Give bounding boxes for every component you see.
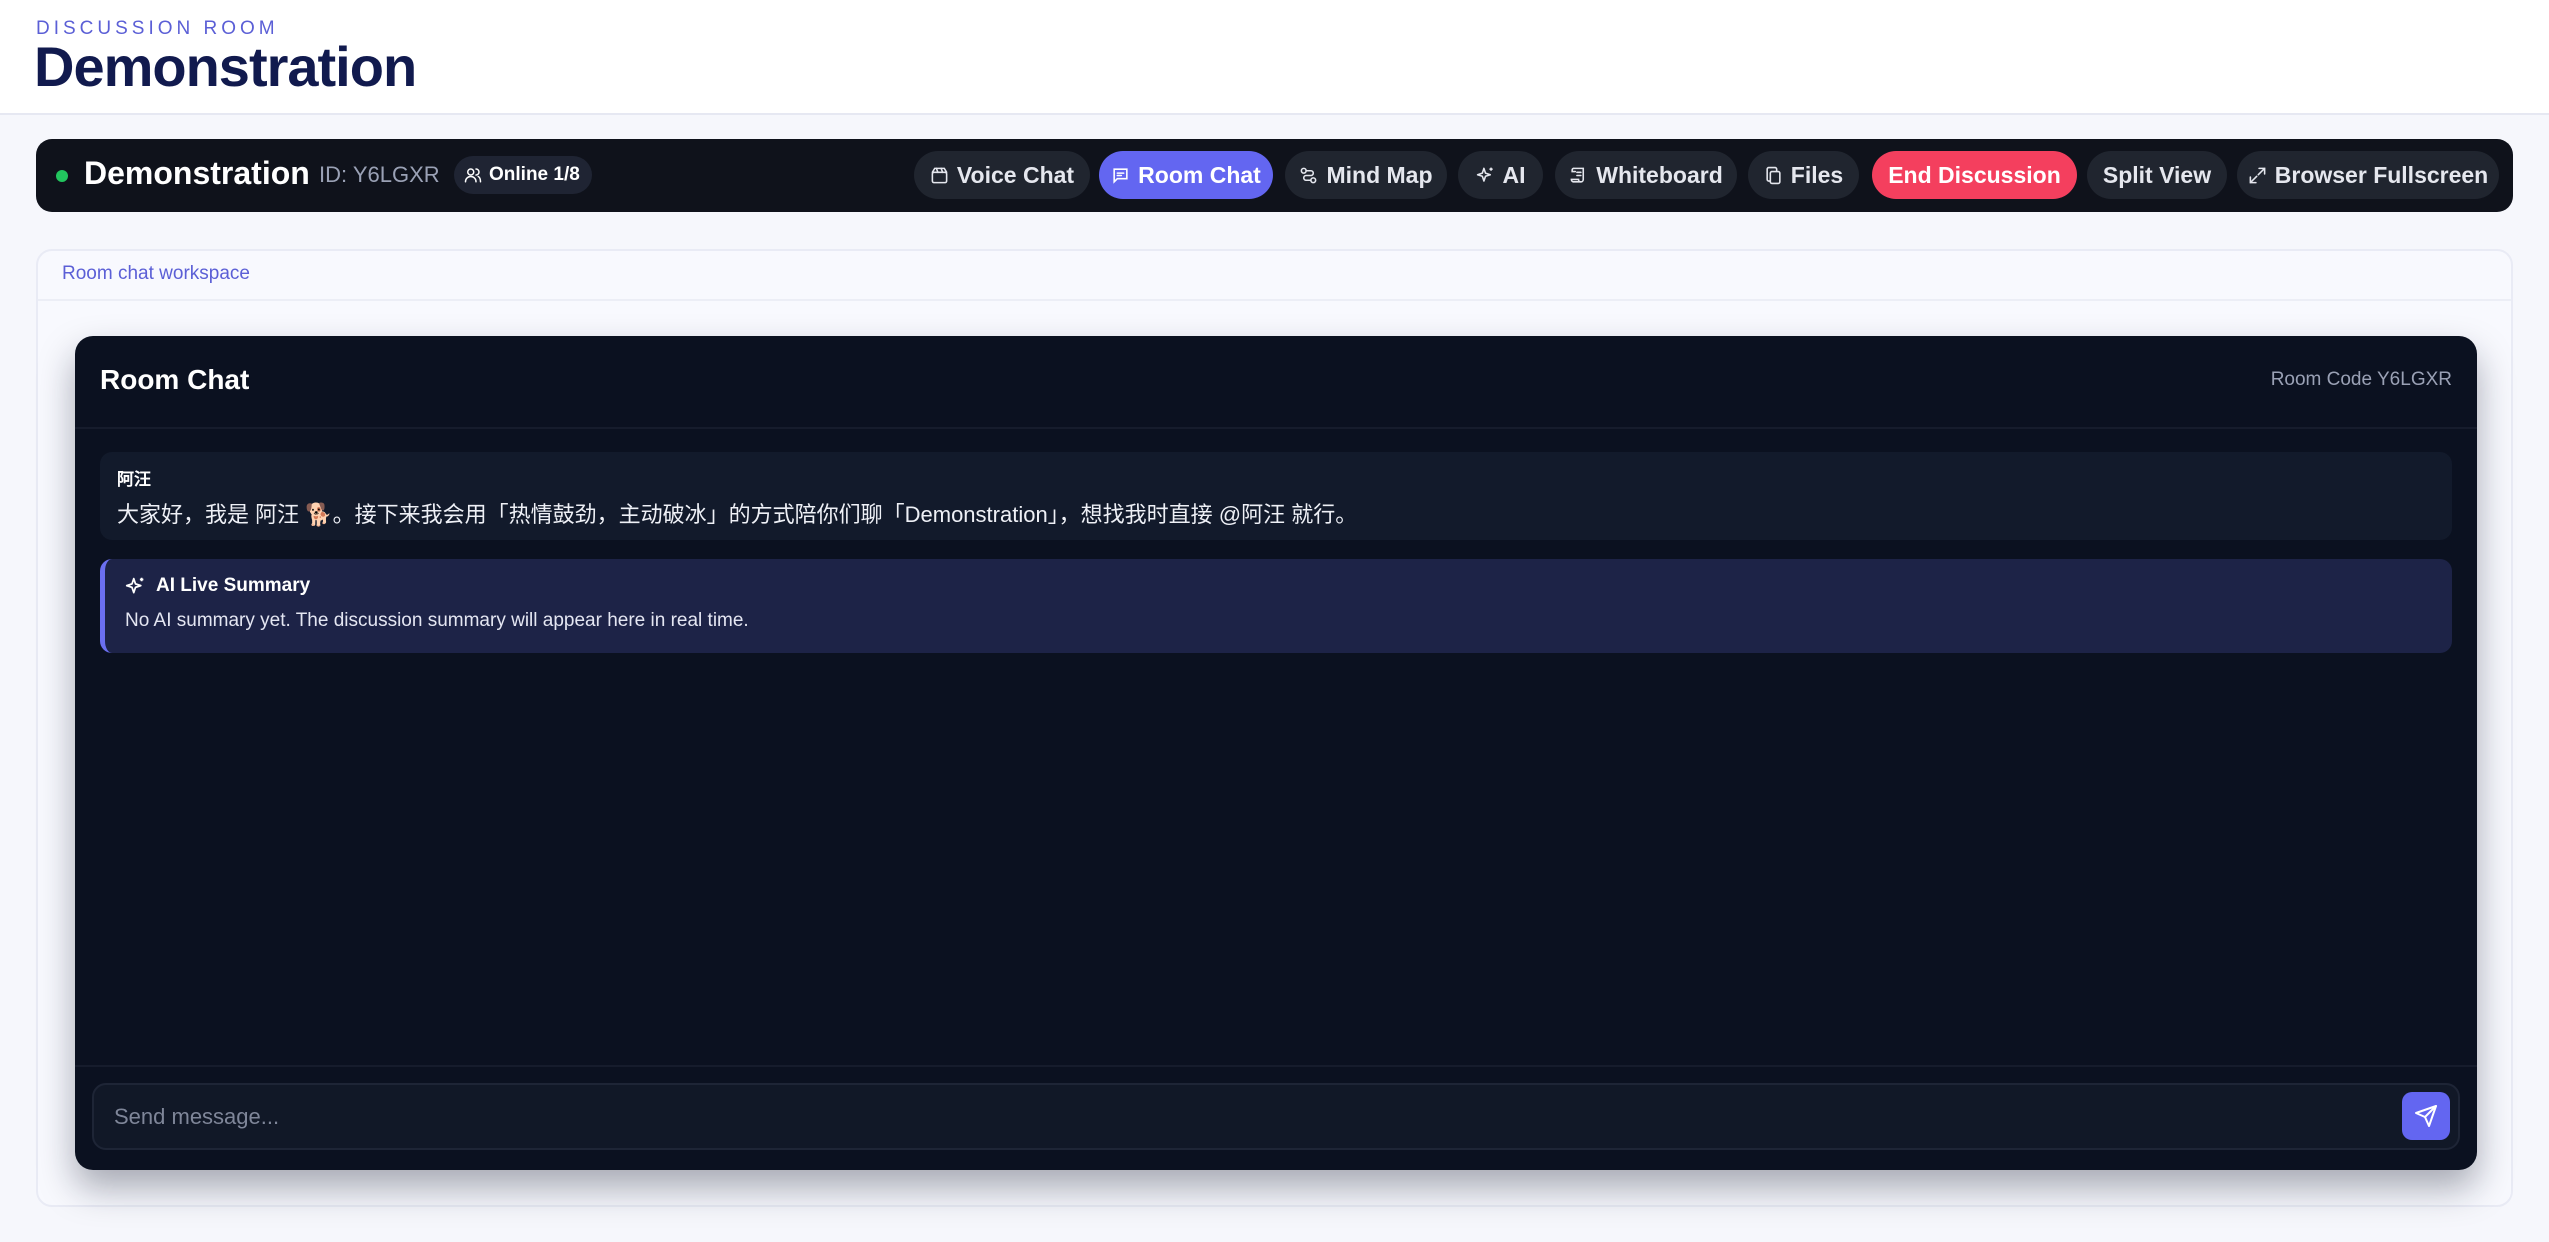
ai-live-summary: AI Live Summary No AI summary yet. The d… [100,559,2452,653]
message-composer [92,1083,2460,1150]
summary-header: AI Live Summary [125,575,310,597]
summary-title: AI Live Summary [156,575,311,596]
online-count-badge: Online 1/8 [454,156,592,194]
online-status-dot [56,170,68,182]
send-icon [2415,1105,2437,1127]
summary-text: No AI summary yet. The discussion summar… [125,610,749,631]
room-chat-button[interactable]: Room Chat [1099,151,1273,199]
mind-map-label: Mind Map [1326,161,1433,188]
files-button[interactable]: Files [1748,151,1859,199]
files-label: Files [1790,161,1844,188]
chat-title: Room Chat [100,364,250,395]
page-header: DISCUSSION ROOM Demonstration [0,0,2549,115]
whiteboard-label: Whiteboard [1596,161,1723,188]
chat-workspace: Room chat workspace Room Chat Room Code … [36,249,2513,1207]
workspace-divider [38,299,2511,301]
message-text: 大家好，我是 阿汪 🐕。接下来我会用「热情鼓劲，主动破冰」的方式陪你们聊「Dem… [117,502,1358,527]
message-icon [1113,167,1128,184]
room-id: ID: Y6LGXR [319,162,440,187]
ai-label: AI [1502,161,1526,188]
browser-fullscreen-label: Browser Fullscreen [2274,161,2489,188]
route-icon [1301,167,1317,183]
page-title: Demonstration [34,35,417,98]
sparkles-icon [125,577,144,593]
chat-header-divider [75,427,2477,429]
room-name: Demonstration [84,155,310,191]
split-view-button[interactable]: Split View [2087,151,2227,199]
online-count-label: Online 1/8 [489,164,580,185]
sparkles-icon [1476,167,1493,182]
chat-message: 阿汪 大家好，我是 阿汪 🐕。接下来我会用「热情鼓劲，主动破冰」的方式陪你们聊「… [100,452,2452,540]
mind-map-button[interactable]: Mind Map [1285,151,1447,199]
video-icon [931,167,948,183]
users-icon [464,168,482,183]
end-discussion-button[interactable]: End Discussion [1872,151,2077,199]
whiteboard-button[interactable]: Whiteboard [1555,151,1737,199]
room-code: Room Code Y6LGXR [2270,369,2452,390]
split-view-label: Split View [2102,161,2212,188]
room-toolbar: Demonstration ID: Y6LGXR Online 1/8 Voic… [36,139,2513,212]
send-button[interactable] [2402,1092,2450,1140]
end-discussion-label: End Discussion [1888,161,2061,188]
ai-button[interactable]: AI [1458,151,1543,199]
workspace-label: Room chat workspace [62,263,250,284]
room-chat-label: Room Chat [1138,161,1261,188]
message-author: 阿汪 [117,470,151,489]
voice-chat-button[interactable]: Voice Chat [914,151,1090,199]
files-icon [1766,166,1781,184]
voice-chat-label: Voice Chat [956,161,1075,188]
chat-footer-divider [75,1065,2477,1067]
message-input[interactable] [114,1085,2364,1148]
room-chat-panel: Room Chat Room Code Y6LGXR 阿汪 大家好，我是 阿汪 … [75,336,2477,1170]
browser-fullscreen-button[interactable]: Browser Fullscreen [2237,151,2499,199]
expand-icon [2249,167,2266,183]
scroll-icon [1570,167,1585,183]
